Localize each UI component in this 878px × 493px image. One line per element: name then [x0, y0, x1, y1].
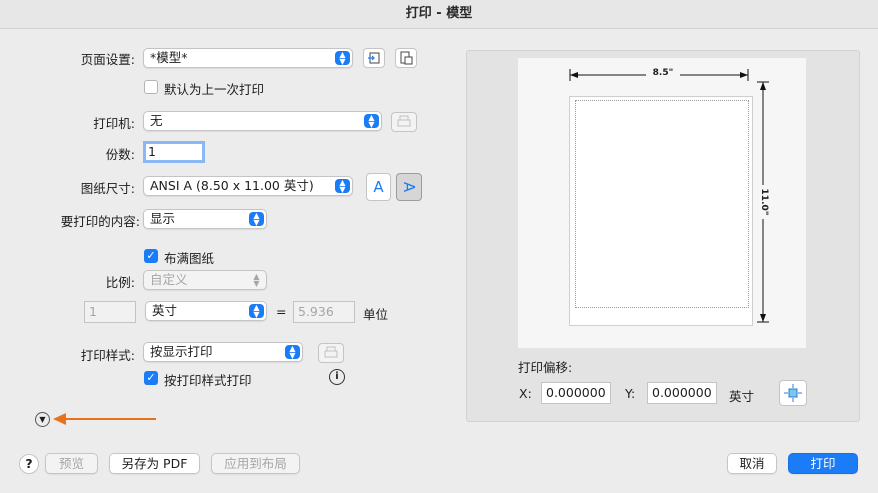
- printer-label: 打印机:: [93, 116, 135, 131]
- printer-edit-icon: [324, 346, 338, 358]
- portrait-orientation-button[interactable]: A: [366, 173, 391, 201]
- plot-with-styles-checkbox[interactable]: ✓: [144, 371, 158, 385]
- chevron-updown-icon: ▲ ▼: [335, 179, 350, 194]
- chevron-updown-icon: ▲ ▼: [285, 345, 300, 360]
- landscape-icon: A: [399, 181, 418, 193]
- print-button[interactable]: 打印: [788, 453, 858, 474]
- fit-to-paper-label: 布满图纸: [164, 251, 215, 266]
- chevron-updown-icon: ▲ ▼: [253, 272, 260, 288]
- printer-select[interactable]: 无 ▲ ▼: [143, 111, 382, 131]
- offset-x-input[interactable]: 0.000000: [541, 382, 611, 404]
- paper-size-select[interactable]: ANSI A (8.50 x 11.00 英寸) ▲ ▼: [143, 176, 353, 196]
- height-dimension-label: 11.0": [759, 185, 769, 219]
- plot-with-styles-label: 按打印样式打印: [164, 373, 252, 388]
- help-button[interactable]: ?: [19, 454, 39, 474]
- apply-to-layout-button[interactable]: 应用到布局: [211, 453, 300, 474]
- chevron-updown-icon: ▲ ▼: [335, 51, 350, 66]
- offset-x-label: X:: [519, 386, 532, 401]
- width-dimension-label: 8.5": [646, 68, 680, 78]
- copies-label: 份数:: [105, 147, 135, 162]
- page-setup-value: *模型*: [150, 50, 188, 65]
- expand-options-icon[interactable]: ▼: [35, 412, 50, 427]
- preview-button[interactable]: 预览: [45, 453, 98, 474]
- page-setup-icon: [400, 51, 413, 65]
- page-setup-label: 页面设置:: [80, 52, 135, 67]
- cancel-button[interactable]: 取消: [727, 453, 777, 474]
- offset-unit-label: 英寸: [729, 389, 755, 404]
- offset-y-label: Y:: [625, 386, 636, 401]
- plot-style-select[interactable]: 按显示打印 ▲ ▼: [143, 342, 303, 362]
- printer-value: 无: [150, 113, 163, 128]
- what-to-print-label: 要打印的内容:: [60, 214, 140, 229]
- paper-size-value: ANSI A (8.50 x 11.00 英寸): [150, 178, 314, 193]
- scale-select[interactable]: 自定义 ▲ ▼: [143, 270, 267, 290]
- fit-to-paper-checkbox[interactable]: ✓: [144, 249, 158, 263]
- portrait-icon: A: [373, 178, 384, 196]
- scale-paper-units-input[interactable]: 1: [84, 301, 136, 323]
- printer-properties-button[interactable]: [391, 112, 417, 132]
- scale-drawing-units-input[interactable]: 5.936: [293, 301, 355, 323]
- print-dialog: 打印 - 模型 页面设置: *模型* ▲ ▼ 默认为上一次打印 打印机: 无 ▲ ▼…: [0, 0, 878, 493]
- scale-equals: =: [276, 304, 287, 319]
- landscape-orientation-button[interactable]: A: [396, 173, 422, 201]
- center-plot-button[interactable]: [779, 380, 807, 406]
- chevron-updown-icon: ▲ ▼: [249, 212, 264, 227]
- print-offset-title: 打印偏移:: [518, 360, 573, 375]
- default-last-print-label: 默认为上一次打印: [164, 82, 265, 97]
- default-last-print-checkbox[interactable]: [144, 80, 158, 94]
- scale-label: 比例:: [105, 275, 135, 290]
- chevron-updown-icon: ▲ ▼: [364, 114, 379, 129]
- center-plot-icon: [784, 384, 802, 402]
- save-as-pdf-button[interactable]: 另存为 PDF: [109, 453, 200, 474]
- scale-units-select[interactable]: 英寸 ▲ ▼: [145, 301, 267, 321]
- scale-drawing-units-label: 单位: [363, 307, 389, 322]
- copies-input[interactable]: 1: [143, 141, 205, 163]
- annotation-arrow-icon: [53, 413, 156, 425]
- add-page-setup-button[interactable]: [395, 48, 417, 68]
- page-setup-select[interactable]: *模型* ▲ ▼: [143, 48, 353, 68]
- import-icon: [368, 52, 380, 64]
- import-page-setup-button[interactable]: [363, 48, 385, 68]
- what-to-print-select[interactable]: 显示 ▲ ▼: [143, 209, 267, 229]
- plot-style-label: 打印样式:: [80, 348, 135, 363]
- plot-style-edit-button[interactable]: [318, 343, 344, 363]
- chevron-updown-icon: ▲ ▼: [249, 304, 264, 319]
- plot-style-value: 按显示打印: [150, 344, 213, 359]
- printer-icon: [397, 115, 411, 127]
- scale-units-value: 英寸: [152, 303, 178, 318]
- dimension-lines: [569, 69, 769, 323]
- paper-size-label: 图纸尺寸:: [80, 181, 135, 196]
- window-title: 打印 - 模型: [0, 0, 878, 29]
- info-icon[interactable]: i: [329, 369, 345, 385]
- what-to-print-value: 显示: [150, 211, 176, 226]
- scale-value: 自定义: [150, 272, 188, 287]
- offset-y-input[interactable]: 0.000000: [647, 382, 717, 404]
